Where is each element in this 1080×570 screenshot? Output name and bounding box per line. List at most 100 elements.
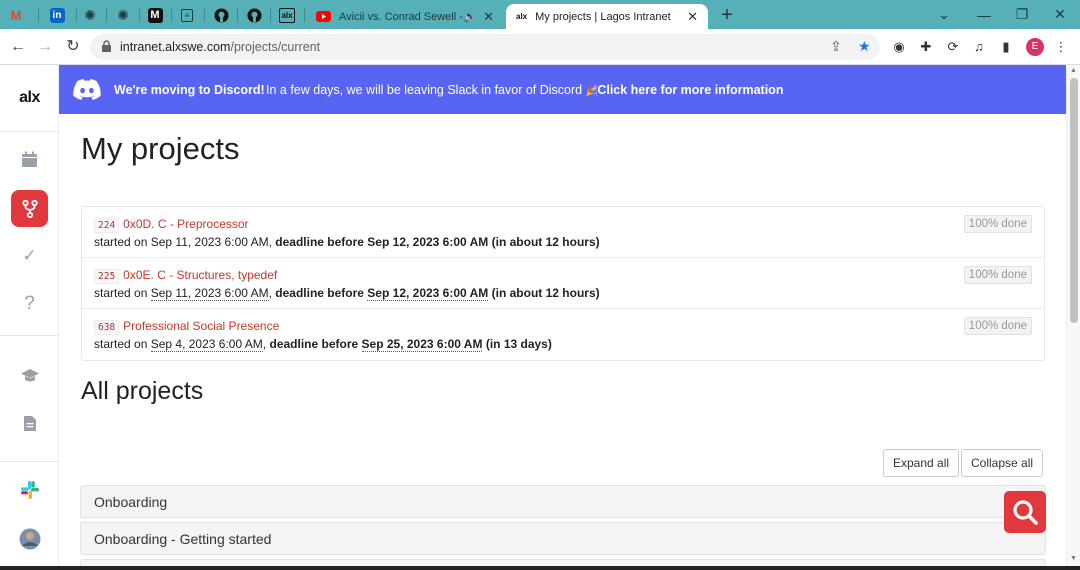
- forward-button[interactable]: →: [34, 36, 56, 58]
- collapse-all-button[interactable]: Collapse all: [961, 449, 1044, 477]
- project-row: 224 0x0D. C - Preprocessor started on Sep…: [82, 207, 1044, 258]
- deadline-remaining: (in about 12 hours): [491, 286, 600, 300]
- project-dates: started on Sep 11, 2023 6:00 AM, deadlin…: [94, 286, 600, 301]
- tab-separator: [38, 8, 39, 22]
- project-link[interactable]: 0x0D. C - Preprocessor: [123, 217, 248, 231]
- banner-title: We're moving to Discord!: [114, 83, 265, 97]
- restore-button[interactable]: ❐: [1002, 0, 1042, 29]
- graduation-cap-icon: [20, 368, 39, 381]
- deadline-label: deadline before: [275, 235, 364, 249]
- profile-avatar[interactable]: E: [1026, 38, 1044, 56]
- rail-divider: [0, 131, 59, 132]
- pinned-tab-alx[interactable]: alx: [272, 4, 302, 26]
- project-link[interactable]: 0x0E. C - Structures, typedef: [123, 268, 277, 282]
- reload-button[interactable]: ↻: [62, 36, 84, 58]
- scroll-down-arrow[interactable]: ▼: [1070, 555, 1077, 562]
- progress-badge: 100% done: [963, 266, 1032, 284]
- tab-separator: [270, 8, 271, 22]
- rail-item-checks[interactable]: ✓: [11, 237, 48, 274]
- pinned-tab-chatgpt-2[interactable]: ✺: [108, 4, 138, 26]
- rail-item-projects[interactable]: [11, 190, 48, 227]
- close-icon[interactable]: ✕: [687, 9, 698, 25]
- browser-menu-icon[interactable]: ⋮: [1053, 39, 1069, 55]
- rail-item-calendar[interactable]: [11, 141, 48, 178]
- side-panel-icon[interactable]: ▮: [998, 39, 1014, 55]
- taskbar-edge: [0, 566, 1080, 570]
- deadline-date: Sep 12, 2023 6:00 AM: [367, 235, 489, 249]
- bookmark-star-icon[interactable]: ★: [858, 38, 871, 55]
- tab-separator: [204, 8, 205, 22]
- puzzle-extensions-icon[interactable]: ✚: [918, 39, 934, 55]
- share-icon[interactable]: ⇪: [830, 38, 842, 55]
- new-tab-button[interactable]: +: [716, 4, 738, 26]
- avatar: [19, 528, 40, 549]
- started-label: started on: [94, 337, 148, 351]
- started-date: Sep 11, 2023 6:00 AM: [150, 235, 269, 249]
- project-id-badge: 638: [94, 320, 120, 335]
- banner-more-info-link[interactable]: ☝Click here for more information: [590, 83, 783, 97]
- project-link[interactable]: Professional Social Presence: [123, 319, 279, 333]
- project-row: 638 Professional Social Presence started …: [82, 309, 1044, 360]
- progress-badge: 100% done: [963, 317, 1032, 335]
- project-id-badge: 224: [94, 218, 120, 233]
- project-id-badge: 225: [94, 269, 120, 284]
- tab-search-button[interactable]: ⌄: [924, 0, 964, 29]
- project-header: 225 0x0E. C - Structures, typedef: [94, 268, 277, 284]
- lock-icon[interactable]: [102, 40, 111, 52]
- rail-item-slack[interactable]: [11, 471, 48, 508]
- rail-item-help[interactable]: ?: [11, 285, 48, 322]
- pinned-tab-document[interactable]: ≡: [172, 4, 202, 26]
- pinned-tab-github[interactable]: [206, 4, 236, 26]
- back-button[interactable]: ←: [7, 36, 29, 58]
- project-header: 224 0x0D. C - Preprocessor: [94, 217, 249, 233]
- minimize-button[interactable]: —: [964, 0, 1004, 29]
- rail-divider: [0, 335, 59, 336]
- extension-icon[interactable]: ◉: [891, 39, 907, 55]
- tab-separator: [304, 8, 305, 22]
- section-onboarding-getting-started[interactable]: Onboarding - Getting started: [80, 522, 1046, 555]
- left-navigation-rail: alx ✓ ?: [0, 65, 59, 570]
- deadline-date: Sep 12, 2023 6:00 AM: [367, 286, 489, 301]
- tab-separator: [106, 8, 107, 22]
- discord-icon: [73, 79, 101, 100]
- check-icon: ✓: [22, 245, 37, 265]
- alx-logo[interactable]: alx: [0, 89, 59, 107]
- scrollbar-thumb[interactable]: [1070, 78, 1078, 323]
- close-window-button[interactable]: ✕: [1040, 0, 1080, 29]
- all-projects-heading: All projects: [81, 377, 204, 405]
- tab-my-projects[interactable]: alx My projects | Lagos Intranet ✕: [506, 4, 708, 29]
- linkedin-icon: in: [49, 7, 65, 23]
- document-icon: [23, 416, 36, 431]
- pinned-tab-medium[interactable]: M: [140, 4, 170, 26]
- tab-title: Avicii vs. Conrad Sewell - Tast: [339, 10, 463, 23]
- section-onboarding[interactable]: Onboarding: [80, 485, 1046, 518]
- started-label: started on: [94, 286, 148, 300]
- media-control-icon[interactable]: ♫: [971, 39, 987, 55]
- youtube-icon: [316, 11, 331, 22]
- tab-separator: [237, 8, 238, 22]
- deadline-date: Sep 25, 2023 6:00 AM: [361, 337, 483, 352]
- chatgpt-icon: ✺: [84, 6, 96, 23]
- pinned-tab-github-2[interactable]: [239, 4, 269, 26]
- rail-item-profile[interactable]: [11, 520, 48, 557]
- github-icon: [213, 7, 229, 23]
- close-icon[interactable]: ✕: [483, 9, 494, 25]
- vertical-scrollbar[interactable]: ▲ ▼: [1066, 65, 1080, 570]
- url-text[interactable]: intranet.alxswe.com/projects/current: [120, 40, 320, 54]
- pinned-tab-linkedin[interactable]: in: [42, 4, 72, 26]
- expand-all-button[interactable]: Expand all: [883, 449, 960, 477]
- deadline-remaining: (in about 12 hours): [491, 235, 600, 249]
- scroll-up-arrow[interactable]: ▲: [1070, 67, 1077, 74]
- speaker-icon[interactable]: 🔈: [463, 10, 477, 23]
- rail-item-documents[interactable]: [11, 405, 48, 442]
- tab-youtube[interactable]: Avicii vs. Conrad Sewell - Tast 🔈 ✕: [306, 4, 504, 29]
- browser-tab-strip: M in ✺ ✺ M ≡ alx Avicii vs. Conrad Sewel…: [0, 0, 1080, 29]
- discord-announcement-banner: We're moving to Discord! In a few days, …: [59, 65, 1066, 114]
- rail-item-learning[interactable]: [11, 357, 48, 394]
- search-button[interactable]: [1004, 491, 1046, 533]
- pinned-tab-gmail[interactable]: M: [1, 4, 31, 26]
- pinned-tab-chatgpt[interactable]: ✺: [75, 4, 105, 26]
- deadline-remaining: (in 13 days): [485, 337, 552, 351]
- sync-extension-icon[interactable]: ⟳: [945, 39, 961, 55]
- address-bar[interactable]: intranet.alxswe.com/projects/current ⇪ ★: [90, 34, 880, 60]
